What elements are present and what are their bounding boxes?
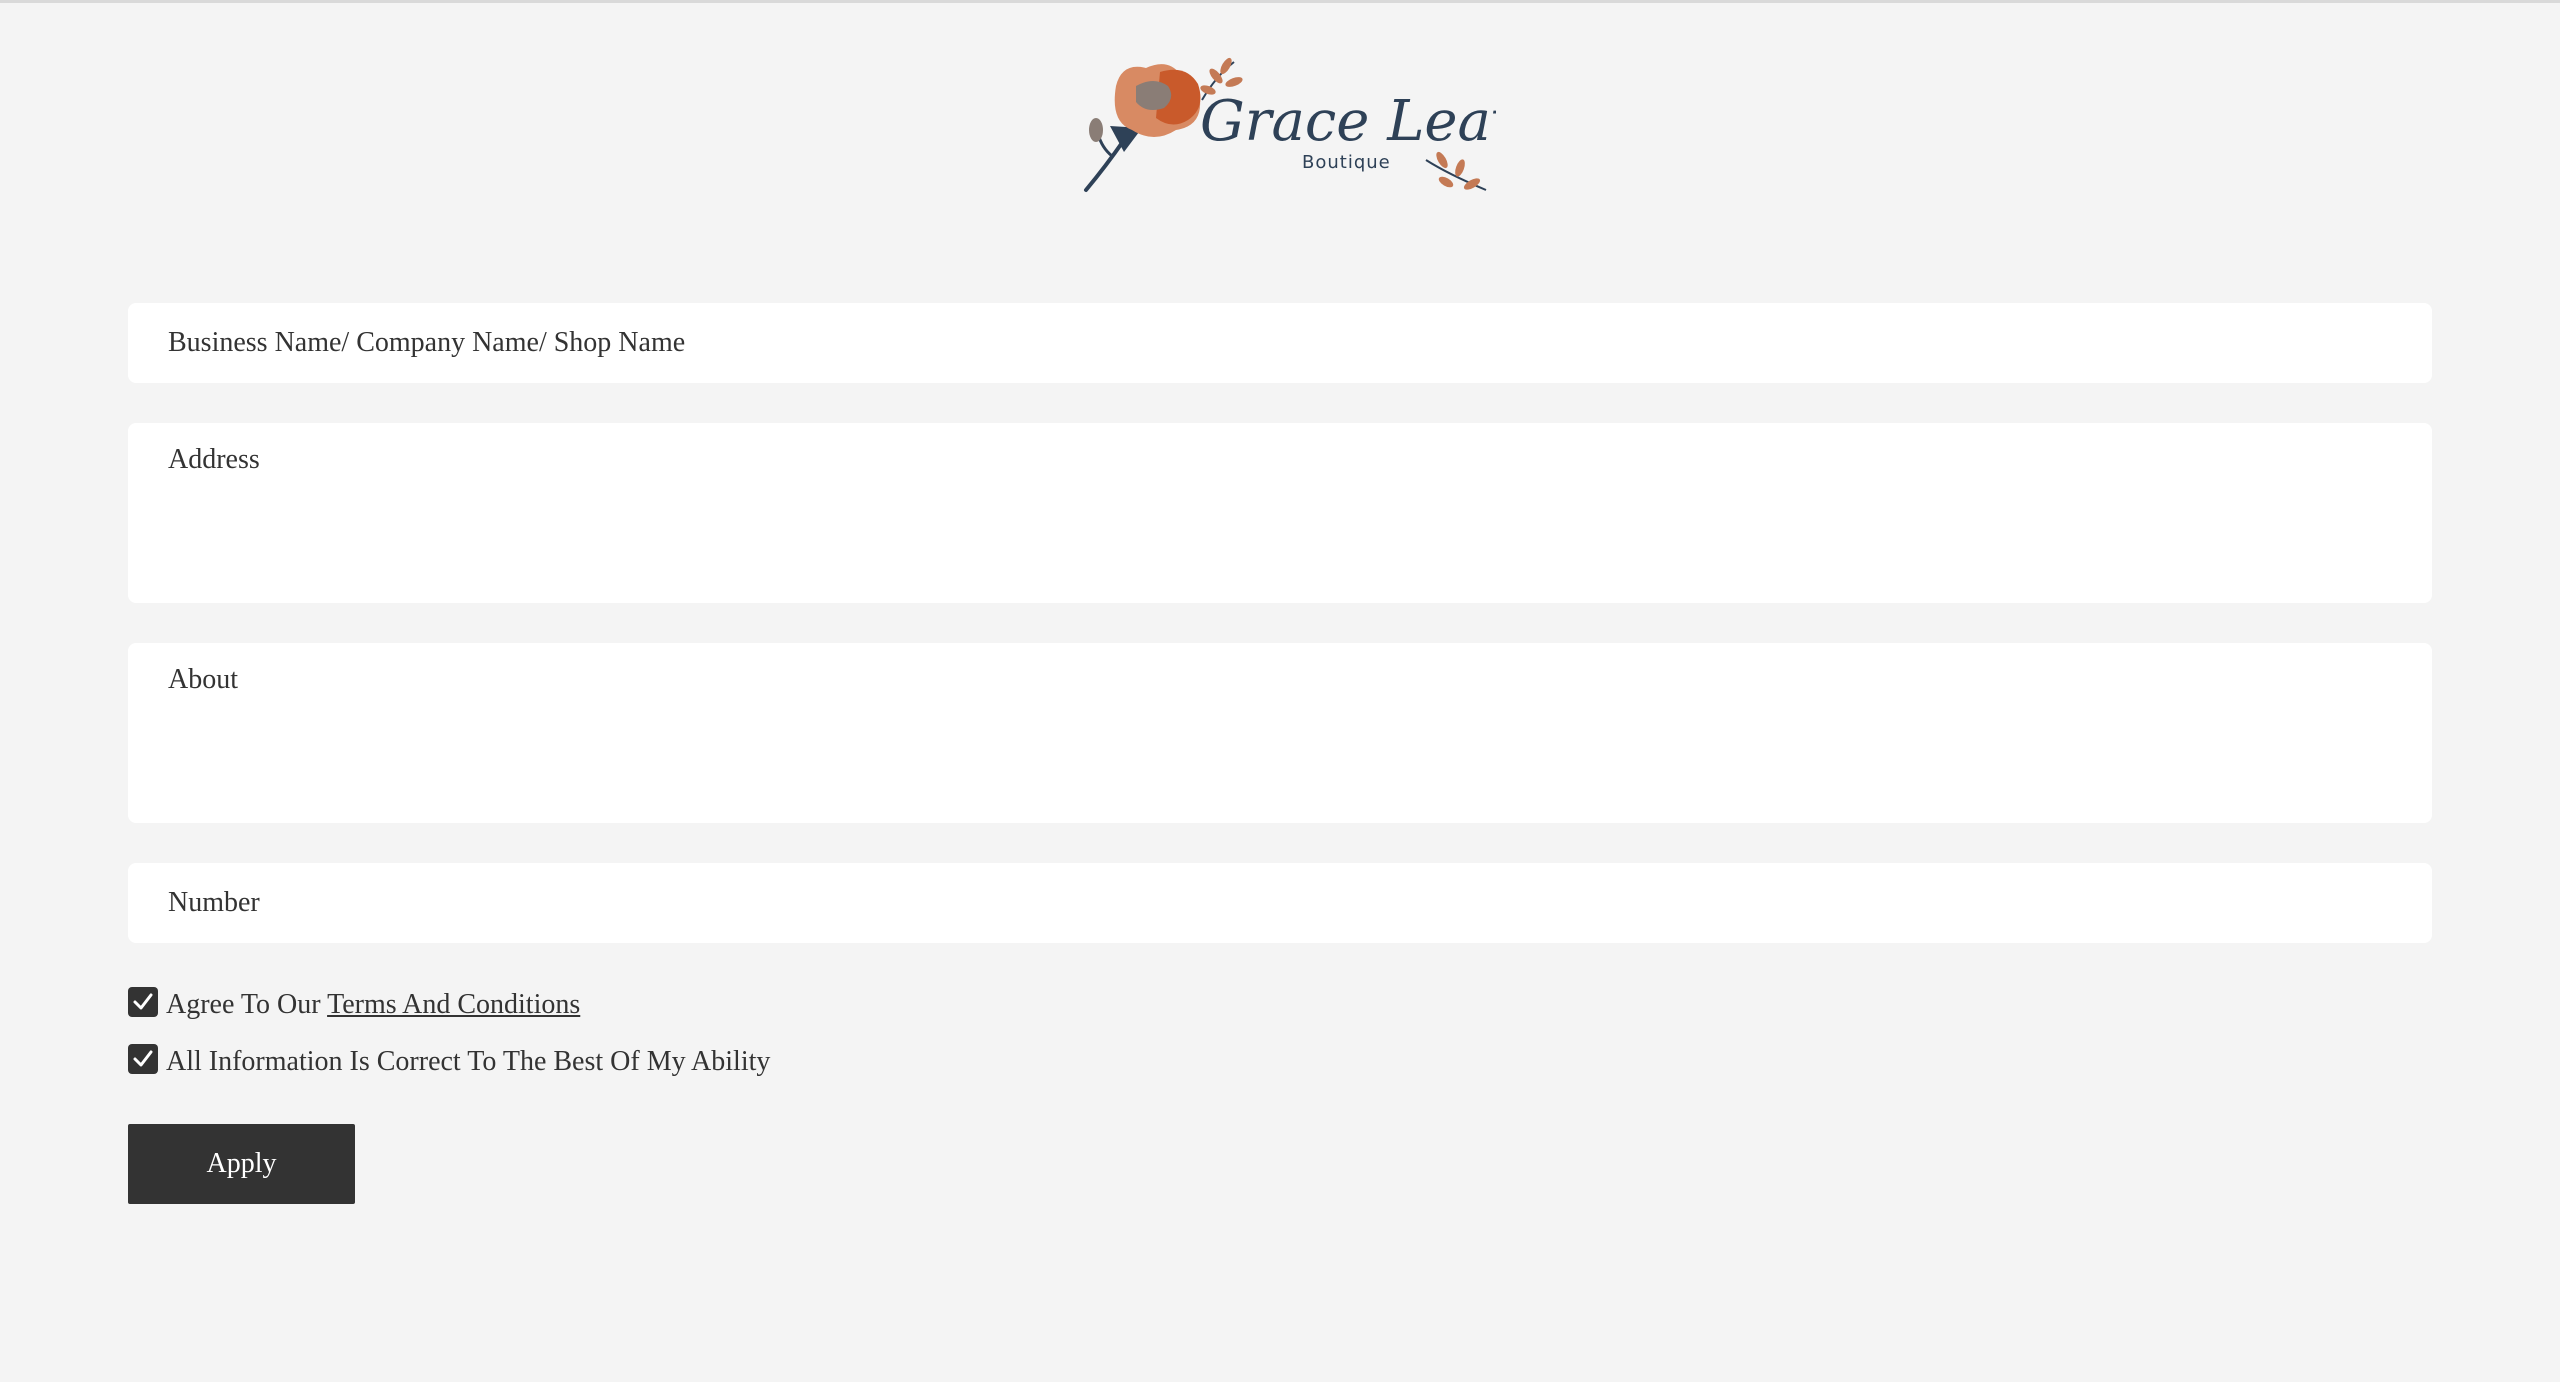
terms-and-conditions-link[interactable]: Terms And Conditions (327, 989, 580, 1020)
info-correct-checkbox[interactable] (128, 1044, 158, 1074)
terms-agreement-row: Agree To Our Terms And Conditions (128, 985, 2432, 1025)
terms-label: Agree To Our Terms And Conditions (166, 985, 580, 1025)
number-input[interactable] (128, 863, 2432, 943)
info-correct-row: All Information Is Correct To The Best O… (128, 1042, 2432, 1082)
brand-wordmark: Grace Leaves (1200, 89, 1496, 154)
terms-label-prefix: Agree To Our (166, 989, 328, 1020)
application-form: Agree To Our Terms And Conditions All In… (128, 303, 2432, 1204)
top-divider (0, 0, 2560, 3)
terms-checkbox[interactable] (128, 987, 158, 1017)
brand-tagline: Boutique (1302, 152, 1391, 173)
checkmark-icon (133, 1050, 153, 1067)
address-textarea[interactable] (128, 423, 2432, 603)
business-name-input[interactable] (128, 303, 2432, 383)
brand-logo[interactable]: Grace Leaves Boutique (1076, 56, 1496, 196)
flower-logo-icon: Grace Leaves Boutique (1084, 57, 1496, 192)
checkmark-icon (133, 993, 153, 1010)
info-correct-label: All Information Is Correct To The Best O… (166, 1046, 771, 1077)
apply-button[interactable]: Apply (128, 1124, 355, 1204)
about-textarea[interactable] (128, 643, 2432, 823)
